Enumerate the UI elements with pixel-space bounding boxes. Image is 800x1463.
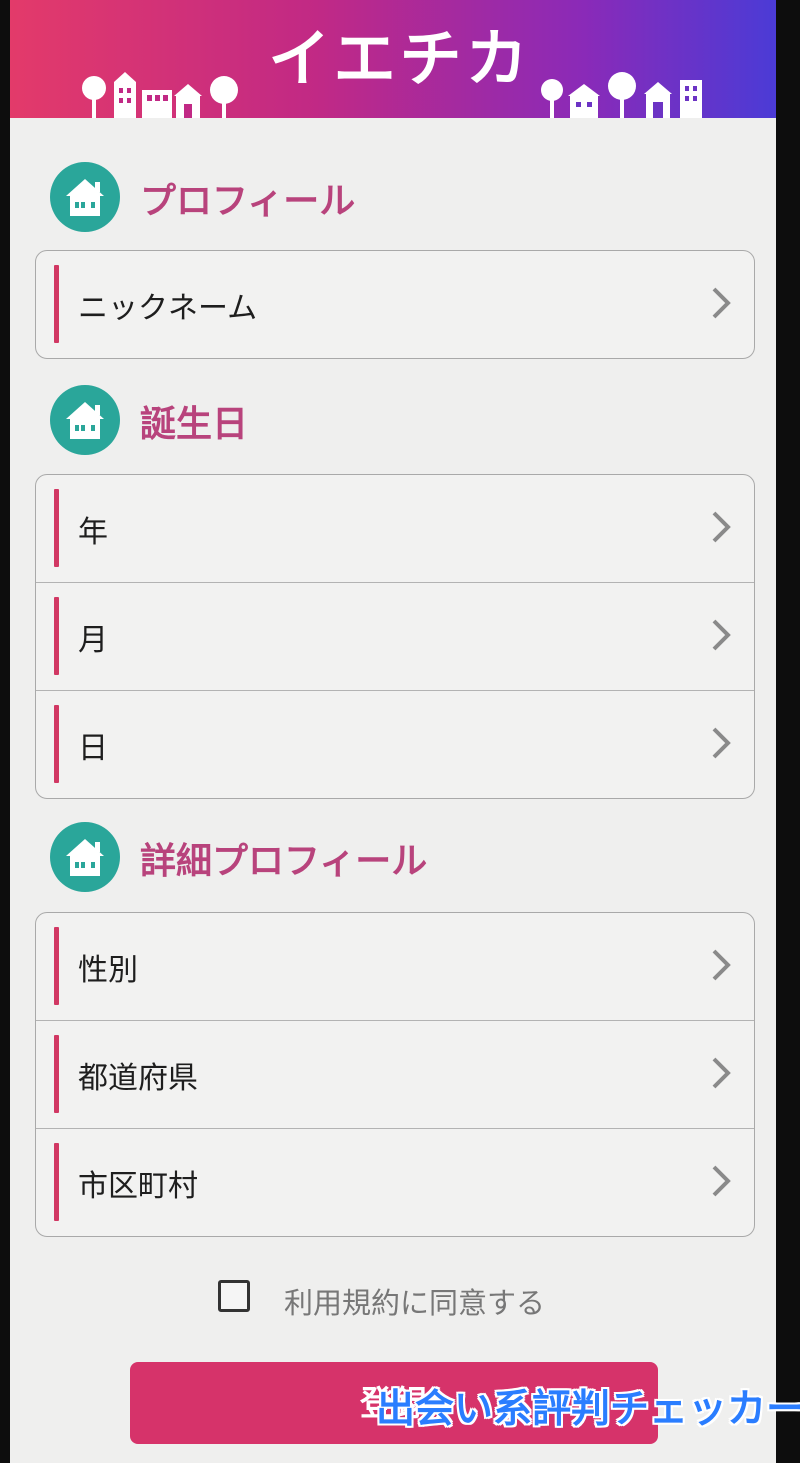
- section-title: 誕生日: [140, 404, 249, 445]
- row-accent-bar: [54, 265, 59, 343]
- birth-year-row[interactable]: 年: [36, 475, 754, 583]
- nickname-row[interactable]: ニックネーム: [36, 251, 754, 358]
- terms-agree-label: 利用規約に同意する: [284, 1286, 546, 1320]
- birth-month-row[interactable]: 月: [36, 583, 754, 691]
- gender-row[interactable]: 性別: [36, 913, 754, 1021]
- chevron-right-icon: [712, 1165, 731, 1197]
- house-icon: [50, 162, 120, 232]
- row-label: 日: [78, 731, 108, 766]
- section-title: プロフィール: [140, 181, 356, 222]
- house-icon: [50, 385, 120, 455]
- row-accent-bar: [54, 927, 59, 1005]
- profile-card: ニックネーム: [35, 250, 755, 359]
- chevron-right-icon: [712, 619, 731, 651]
- row-label: 性別: [78, 953, 138, 988]
- row-label: 年: [78, 515, 108, 550]
- chevron-right-icon: [712, 1057, 731, 1089]
- chevron-right-icon: [712, 287, 731, 319]
- row-label: 都道府県: [78, 1061, 198, 1096]
- skyline-left-illustration: [82, 72, 238, 118]
- app-title: イエチカ: [268, 22, 532, 95]
- row-accent-bar: [54, 597, 59, 675]
- row-accent-bar: [54, 1035, 59, 1113]
- app-header: イエチカ: [10, 0, 776, 118]
- prefecture-row[interactable]: 都道府県: [36, 1021, 754, 1129]
- birth-day-row[interactable]: 日: [36, 691, 754, 798]
- row-accent-bar: [54, 705, 59, 783]
- detail-profile-card: 性別 都道府県 市区町村: [35, 912, 755, 1237]
- chevron-right-icon: [712, 949, 731, 981]
- row-accent-bar: [54, 489, 59, 567]
- city-row[interactable]: 市区町村: [36, 1129, 754, 1236]
- section-title: 詳細プロフィール: [140, 841, 428, 882]
- skyline-right-illustration: [541, 72, 702, 118]
- house-icon: [50, 822, 120, 892]
- row-label: ニックネーム: [78, 291, 258, 326]
- chevron-right-icon: [712, 511, 731, 543]
- chevron-right-icon: [712, 727, 731, 759]
- row-label: 月: [78, 623, 108, 658]
- birthday-card: 年 月 日: [35, 474, 755, 799]
- terms-checkbox[interactable]: [218, 1280, 250, 1312]
- row-accent-bar: [54, 1143, 59, 1221]
- app-screen: イエチカ プロフィール ニックネーム 誕生日 年 月 日 詳細プロフィール 性別…: [10, 0, 776, 1463]
- row-label: 市区町村: [78, 1169, 198, 1204]
- watermark-text: 出会い系評判チェッカー: [376, 1387, 800, 1432]
